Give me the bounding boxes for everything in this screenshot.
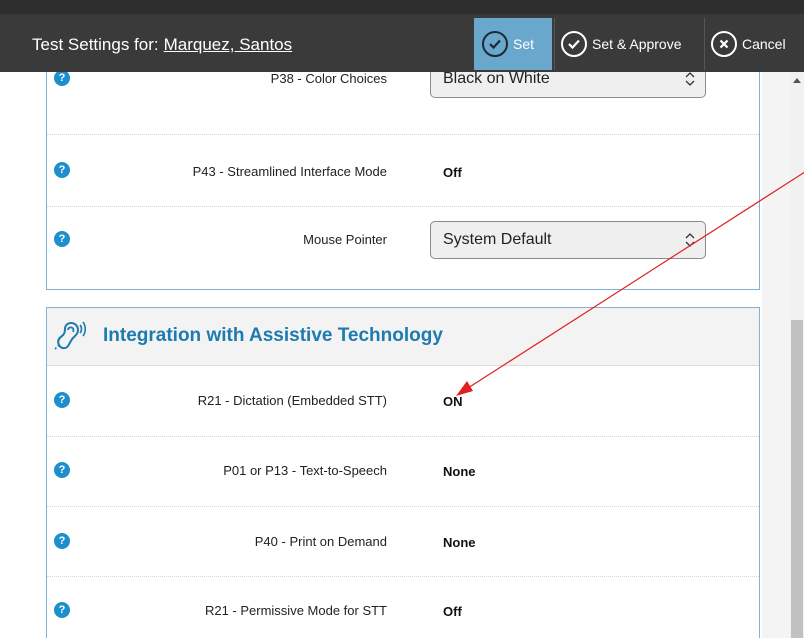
annotation-arrow xyxy=(456,171,804,396)
